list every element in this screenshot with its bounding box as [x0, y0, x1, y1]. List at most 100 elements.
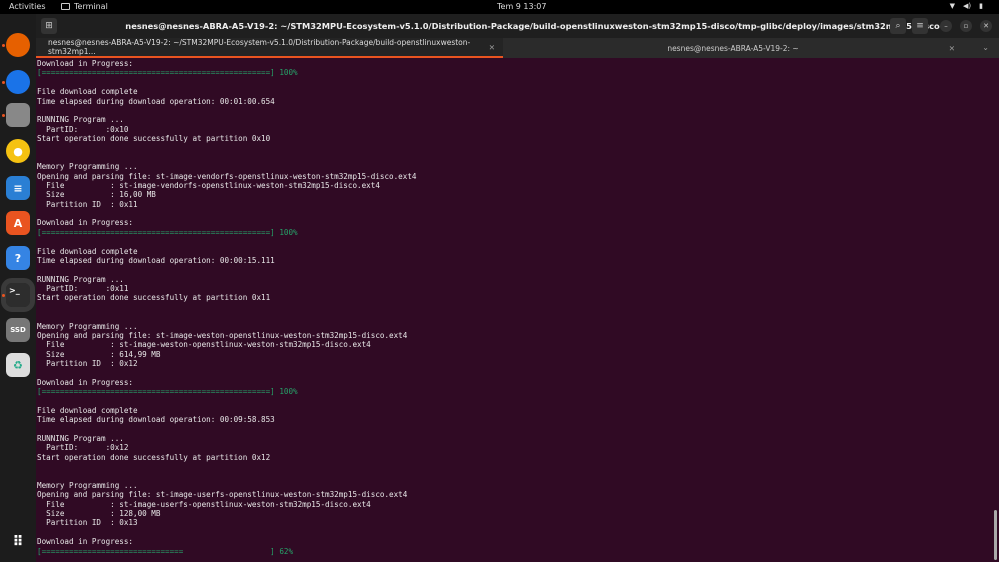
progress-bar: [=======================================… [37, 228, 416, 237]
terminal-line: Download in Progress: [37, 537, 134, 547]
terminal-line: File download complete [37, 246, 138, 256]
terminal-icon [61, 3, 70, 10]
tab-label: nesnes@nesnes-ABRA-A5-V19-2: ~/STM32MPU-… [48, 38, 471, 56]
trash-icon: ♻ [13, 358, 23, 372]
bar-fill: =============================== [41, 546, 271, 556]
terminal-line: Size : 614,99 MB [37, 349, 161, 359]
running-indicator [2, 114, 5, 117]
terminal-line: Time elapsed during download operation: … [37, 255, 275, 265]
dock-writer[interactable]: ≡ [6, 176, 30, 200]
clock[interactable]: Tem 9 13:07 [497, 2, 546, 11]
dock-terminal[interactable]: >_ [1, 278, 35, 312]
writer-icon: ≡ [13, 181, 23, 195]
dock-firefox[interactable] [6, 33, 30, 57]
terminal-line: Opening and parsing file: st-image-westo… [37, 330, 408, 340]
app-name: Terminal [74, 2, 108, 11]
top-bar: Activities Terminal Tem 9 13:07 ▼ ◀) ▮ [0, 0, 999, 14]
terminal-line: Download in Progress: [37, 218, 134, 228]
help-icon: ? [14, 251, 22, 265]
window-title: nesnes@nesnes-ABRA-A5-V19-2: ~/STM32MPU-… [125, 21, 940, 31]
app-menu[interactable]: Terminal [61, 2, 108, 11]
tab-label: nesnes@nesnes-ABRA-A5-V19-2: ~ [667, 43, 799, 53]
dock-files[interactable] [6, 103, 30, 127]
ssd-icon: SSD [10, 326, 26, 334]
terminal-line: File : st-image-vendorfs-openstlinux-wes… [37, 180, 380, 190]
progress-percent: 100% [279, 227, 298, 237]
close-tab-icon[interactable]: ✕ [949, 44, 955, 53]
dock-trash[interactable]: ♻ [6, 353, 30, 377]
bar-bracket: ] [270, 68, 280, 78]
activities-button[interactable]: Activities [9, 2, 46, 11]
terminal-line: Partition ID : 0x13 [37, 518, 138, 528]
terminal-line: File : st-image-weston-openstlinux-westo… [37, 340, 371, 350]
terminal-line: Memory Programming ... [37, 162, 138, 172]
terminal-line: Time elapsed during download operation: … [37, 415, 275, 425]
terminal-line: Opening and parsing file: st-image-userf… [37, 490, 408, 500]
minimize-icon: – [944, 22, 948, 30]
terminal-line: Download in Progress: [37, 377, 134, 387]
app-center-icon: A [13, 216, 23, 230]
terminal-output[interactable]: Download in Progress: [==================… [37, 59, 416, 556]
minimize-button[interactable]: – [940, 20, 952, 32]
progress-bar: [=======================================… [37, 68, 416, 77]
title-bar: ⊞ nesnes@nesnes-ABRA-A5-V19-2: ~/STM32MP… [36, 14, 999, 38]
dock-help[interactable]: ? [6, 246, 30, 270]
terminal-line: Partition ID : 0x11 [37, 199, 138, 209]
terminal-line: RUNNING Program ... [37, 274, 124, 284]
tab-home[interactable]: nesnes@nesnes-ABRA-A5-V19-2: ~ ✕ [503, 38, 963, 58]
running-indicator [2, 44, 5, 47]
terminal-line: PartID: :0x11 [37, 284, 129, 293]
system-tray[interactable]: ▼ ◀) ▮ [950, 2, 983, 10]
terminal-line: PartID: :0x10 [37, 124, 129, 134]
terminal-line: Opening and parsing file: st-image-vendo… [37, 171, 417, 181]
close-icon: ✕ [983, 22, 989, 30]
terminal-line: Download in Progress: [37, 59, 134, 68]
terminal-line: PartID: :0x12 [37, 443, 129, 453]
show-apps-grid-icon[interactable]: ⠿ [6, 530, 30, 554]
terminal-line: RUNNING Program ... [37, 434, 124, 443]
close-button[interactable]: ✕ [980, 20, 992, 32]
dock-thunderbird[interactable] [6, 70, 30, 94]
terminal-line: Time elapsed during download operation: … [37, 96, 275, 106]
terminal-line: Memory Programming ... [37, 480, 138, 490]
bar-fill: ========================================… [41, 68, 271, 78]
terminal-line: Start operation done successfully at par… [37, 293, 271, 303]
bar-fill: ========================================… [41, 227, 271, 237]
terminal-window: ⊞ nesnes@nesnes-ABRA-A5-V19-2: ~/STM32MP… [36, 14, 999, 562]
bar-bracket: ] [270, 387, 280, 397]
chevron-down-icon[interactable]: ⌄ [982, 43, 989, 52]
dock-app-center[interactable]: A [6, 211, 30, 235]
dock: ● ≡ A? >_ SSD ♻ ⠿ [0, 14, 36, 562]
terminal-line: Start operation done successfully at par… [37, 134, 271, 143]
terminal-line: Start operation done successfully at par… [37, 452, 271, 462]
bar-bracket: ] [270, 227, 280, 237]
volume-icon: ◀) [963, 2, 972, 10]
restore-icon: ▫ [963, 22, 969, 30]
terminal-line: RUNNING Program ... [37, 115, 124, 125]
hamburger-icon: ≡ [916, 21, 924, 31]
running-indicator [2, 81, 5, 84]
terminal-line: File : st-image-userfs-openstlinux-westo… [37, 499, 371, 509]
dock-rhythmbox[interactable]: ● [6, 139, 30, 163]
tab-stm32-build[interactable]: nesnes@nesnes-ABRA-A5-V19-2: ~/STM32MPU-… [36, 38, 503, 58]
dock-ssd[interactable]: SSD [6, 318, 30, 342]
battery-icon: ▮ [979, 2, 983, 10]
terminal-icon: >_ [9, 286, 20, 295]
search-icon: ⌕ [895, 21, 901, 31]
scrollbar[interactable] [994, 510, 997, 560]
maximize-button[interactable]: ▫ [960, 20, 972, 32]
progress-percent: 62% [279, 546, 294, 556]
terminal-line: Size : 16,00 MB [37, 190, 156, 200]
terminal-line: Size : 128,00 MB [37, 509, 161, 518]
close-tab-icon[interactable]: ✕ [489, 43, 495, 52]
search-button[interactable]: ⌕ [890, 18, 906, 34]
menu-button[interactable]: ≡ [912, 18, 928, 34]
